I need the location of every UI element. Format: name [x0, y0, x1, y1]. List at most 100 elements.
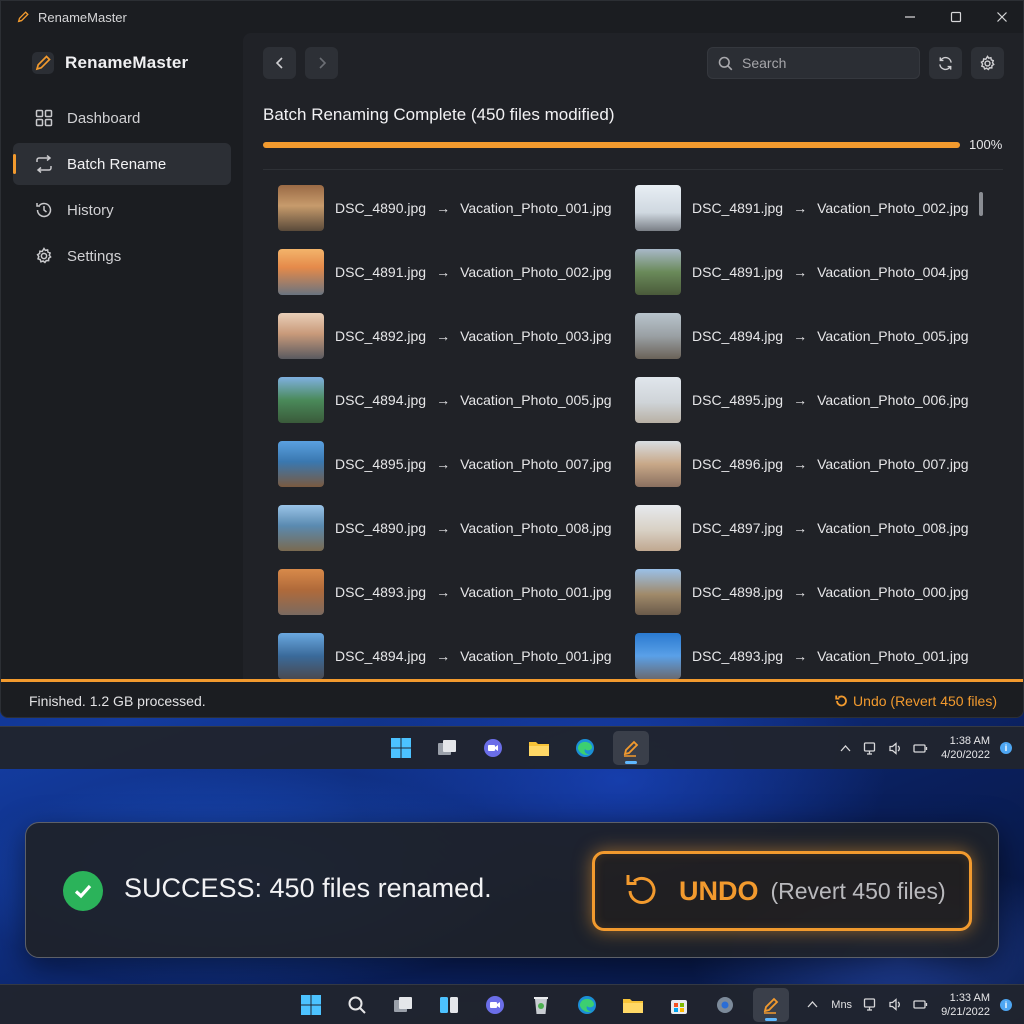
task-view-button[interactable] [385, 988, 421, 1022]
chevron-up-icon[interactable] [838, 741, 853, 756]
sidebar-item-dashboard[interactable]: Dashboard [13, 97, 231, 139]
list-item[interactable]: DSC_4892.jpg → Vacation_Photo_003.jpg [278, 313, 635, 359]
list-item[interactable]: DSC_4891.jpg → Vacation_Photo_002.jpg [278, 249, 635, 295]
folder-icon [623, 998, 643, 1013]
list-item[interactable]: DSC_4894.jpg → Vacation_Photo_005.jpg [278, 377, 635, 423]
renamemaster-taskbar-button[interactable] [753, 987, 789, 1022]
photo-thumbnail [278, 313, 324, 359]
toast-undo-label: UNDO [679, 875, 759, 906]
sidebar-item-settings[interactable]: Settings [13, 235, 231, 277]
pencil-icon [17, 11, 29, 23]
file-explorer-button[interactable] [521, 731, 557, 765]
arrow-right-icon: → [436, 456, 451, 472]
sidebar-item-batch-rename[interactable]: Batch Rename [13, 143, 231, 185]
battery-icon[interactable] [913, 997, 928, 1012]
grid-icon [35, 109, 53, 127]
start-button[interactable] [293, 988, 329, 1022]
original-filename: DSC_4890.jpg [335, 200, 427, 216]
clock-time: 1:33 AM [949, 991, 990, 1004]
list-item[interactable]: DSC_4894.jpg → Vacation_Photo_001.jpg [278, 633, 635, 679]
list-item[interactable]: DSC_4897.jpg → Vacation_Photo_008.jpg [635, 505, 978, 551]
list-item[interactable]: DSC_4898.jpg → Vacation_Photo_000.jpg [635, 569, 978, 615]
new-filename: Vacation_Photo_002.jpg [817, 200, 969, 216]
new-filename: Vacation_Photo_001.jpg [460, 648, 612, 664]
progress-label: 100% [969, 137, 1003, 152]
status-text: Finished. 1.2 GB processed. [29, 693, 206, 709]
original-filename: DSC_4892.jpg [335, 328, 427, 344]
system-tray: 1:38 AM 4/20/2022 i [833, 727, 1012, 769]
search-button[interactable] [339, 988, 375, 1022]
refresh-button[interactable] [929, 47, 962, 79]
close-button[interactable] [979, 1, 1023, 33]
clock[interactable]: 1:33 AM 9/21/2022 [941, 991, 990, 1019]
file-explorer-button[interactable] [615, 988, 651, 1022]
new-filename: Vacation_Photo_006.jpg [817, 392, 969, 408]
forward-button[interactable] [305, 47, 338, 79]
list-item[interactable]: DSC_4893.jpg → Vacation_Photo_001.jpg [278, 569, 635, 615]
photo-thumbnail [635, 505, 681, 551]
network-icon[interactable] [863, 741, 878, 756]
list-item[interactable]: DSC_4891.jpg → Vacation_Photo_004.jpg [635, 249, 978, 295]
clock-date: 9/21/2022 [941, 1005, 990, 1018]
language-indicator[interactable]: Mns [831, 999, 852, 1011]
list-item[interactable]: DSC_4893.jpg → Vacation_Photo_001.jpg [635, 633, 978, 679]
back-button[interactable] [263, 47, 296, 79]
list-item[interactable]: DSC_4891.jpg → Vacation_Photo_002.jpg [635, 185, 978, 231]
widgets-button[interactable] [431, 988, 467, 1022]
recycle-bin-button[interactable] [523, 988, 559, 1022]
new-filename: Vacation_Photo_001.jpg [460, 584, 612, 600]
system-tray: Mns 1:33 AM 9/21/2022 i [800, 985, 1012, 1024]
clock[interactable]: 1:38 AM 4/20/2022 [941, 734, 990, 762]
original-filename: DSC_4894.jpg [692, 328, 784, 344]
main-panel: Batch Renaming Complete (450 files modif… [243, 33, 1023, 679]
widgets-icon [440, 996, 458, 1013]
chevron-up-icon[interactable] [805, 997, 820, 1012]
search-icon [718, 56, 733, 70]
search-input[interactable] [742, 55, 902, 71]
teams-chat-button[interactable] [475, 731, 511, 765]
edge-button[interactable] [567, 731, 603, 765]
store-button[interactable] [661, 988, 697, 1022]
list-item[interactable]: DSC_4894.jpg → Vacation_Photo_005.jpg [635, 313, 978, 359]
search-icon [348, 996, 366, 1014]
arrow-right-icon: → [436, 200, 451, 216]
network-icon[interactable] [863, 997, 878, 1012]
list-item[interactable]: DSC_4890.jpg → Vacation_Photo_001.jpg [278, 185, 635, 231]
photo-thumbnail [278, 505, 324, 551]
photo-thumbnail [635, 569, 681, 615]
scrollbar[interactable] [979, 192, 983, 216]
photo-thumbnail [278, 441, 324, 487]
file-grid: DSC_4890.jpg → Vacation_Photo_001.jpg DSC_4… [278, 185, 978, 679]
sidebar-item-history[interactable]: History [13, 189, 231, 231]
settings-button[interactable] [971, 47, 1004, 79]
notification-icon[interactable]: i [1000, 998, 1012, 1011]
teams-chat-button[interactable] [477, 988, 513, 1022]
arrow-right-icon: → [793, 264, 808, 280]
volume-icon[interactable] [888, 741, 903, 756]
list-item[interactable]: DSC_4890.jpg → Vacation_Photo_008.jpg [278, 505, 635, 551]
list-item[interactable]: DSC_4895.jpg → Vacation_Photo_006.jpg [635, 377, 978, 423]
volume-icon[interactable] [888, 997, 903, 1012]
toast-undo-button[interactable]: UNDO (Revert 450 files) [592, 851, 972, 931]
task-view-button[interactable] [429, 731, 465, 765]
brand: RenameMaster [31, 51, 188, 75]
file-list[interactable]: DSC_4890.jpg → Vacation_Photo_001.jpg DSC_4… [263, 169, 1003, 679]
renamemaster-taskbar-button[interactable] [613, 731, 649, 765]
edge-button[interactable] [569, 988, 605, 1022]
new-filename: Vacation_Photo_003.jpg [460, 328, 612, 344]
chat-icon [486, 995, 504, 1014]
taskbar-pinned-apps [288, 985, 794, 1024]
original-filename: DSC_4891.jpg [335, 264, 427, 280]
undo-link[interactable]: Undo (Revert 450 files) [834, 693, 997, 709]
maximize-button[interactable] [933, 1, 979, 33]
search-box[interactable] [707, 47, 920, 79]
original-filename: DSC_4895.jpg [335, 456, 427, 472]
settings-app-button[interactable] [707, 988, 743, 1022]
taskbar-bottom: Mns 1:33 AM 9/21/2022 i [0, 984, 1024, 1024]
list-item[interactable]: DSC_4896.jpg → Vacation_Photo_007.jpg [635, 441, 978, 487]
notification-icon[interactable]: i [1000, 742, 1012, 754]
minimize-button[interactable] [887, 1, 933, 33]
battery-icon[interactable] [913, 741, 928, 756]
start-button[interactable] [383, 731, 419, 765]
list-item[interactable]: DSC_4895.jpg → Vacation_Photo_007.jpg [278, 441, 635, 487]
